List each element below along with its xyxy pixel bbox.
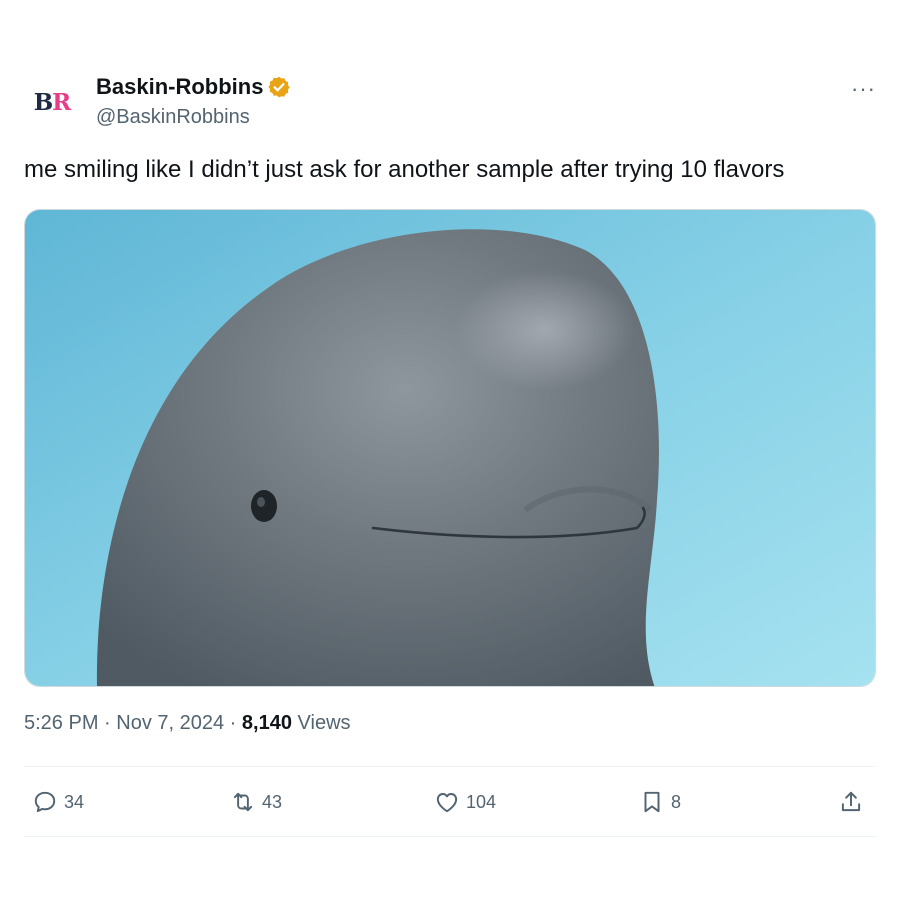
avatar[interactable]: BR xyxy=(24,74,80,130)
bookmark-icon xyxy=(644,791,660,813)
repost-icon xyxy=(233,792,253,812)
verified-badge-icon xyxy=(267,75,291,99)
share-button[interactable] xyxy=(838,768,864,836)
author-handle[interactable]: @BaskinRobbins xyxy=(96,106,250,129)
like-button[interactable]: 104 xyxy=(434,768,496,836)
meta-separator: · xyxy=(224,712,242,734)
reply-icon xyxy=(34,791,56,813)
reply-button[interactable]: 34 xyxy=(32,768,84,836)
repost-button[interactable]: 43 xyxy=(230,768,282,836)
heart-icon xyxy=(436,793,458,813)
views-count: 8,140 xyxy=(241,712,292,734)
bookmark-count: 8 xyxy=(671,791,682,812)
tweet-text: me smiling like I didn’t just ask for an… xyxy=(24,156,785,183)
share-icon xyxy=(841,791,861,812)
tweet-media-photo[interactable] xyxy=(24,209,876,687)
views-label: Views xyxy=(291,712,351,734)
more-options-button[interactable]: ··· xyxy=(851,78,876,100)
tweet-date[interactable]: Nov 7, 2024 xyxy=(116,712,224,734)
reply-count: 34 xyxy=(64,791,85,812)
divider xyxy=(24,836,876,837)
divider xyxy=(24,766,876,767)
tweet-time[interactable]: 5:26 PM xyxy=(24,712,98,734)
meta-separator: · xyxy=(98,712,117,734)
like-count: 104 xyxy=(466,791,497,812)
author-name-row: Baskin-Robbins xyxy=(96,74,291,100)
repost-count: 43 xyxy=(262,791,283,812)
tweet-meta: 5:26 PM · Nov 7, 2024 · 8,140 Views xyxy=(24,712,351,735)
beluga-whale-photo xyxy=(25,210,875,686)
baskin-robbins-logo: BR xyxy=(33,88,72,116)
author-display-name[interactable]: Baskin-Robbins xyxy=(96,74,263,100)
bookmark-button[interactable]: 8 xyxy=(639,768,681,836)
action-bar: 34 43 104 8 xyxy=(24,768,876,836)
